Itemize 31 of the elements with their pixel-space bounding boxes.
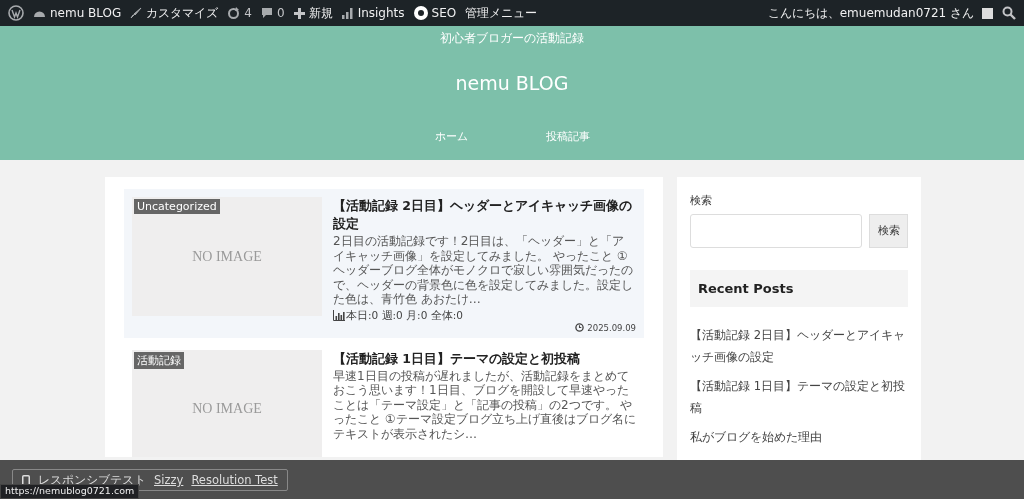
widget-heading: Recent Posts (690, 270, 908, 307)
admin-bar-item[interactable]: 管理メニュー (465, 4, 538, 22)
admin-bar-item[interactable]: 4 (227, 6, 252, 20)
account-menu[interactable]: こんにちは、emuemudan0721 さん (767, 4, 993, 22)
status-url-tooltip: https://nemublog0721.com (0, 484, 140, 499)
search-label: 検索 (690, 193, 713, 208)
site-tagline: 初心者ブロガーの活動記録 (440, 31, 584, 46)
view-stats: 本日:0 週:0 月:0 全体:0 (346, 308, 463, 323)
category-badge[interactable]: 活動記録 (134, 351, 184, 369)
post-card[interactable]: 活動記録 NO IMAGE 【活動記録 1日目】テーマの設定と初投稿 早速1日目の投稿が遅れましたが、活動記録をまとめておこう思います！1日目、ブログを開設して早速やったことは「テーマ設定」と「記事の投稿」の2つです。 やったこと ①テーマ設定ブログ立ち上げ直後はブログ名にテキストが表示されたシ… (124, 343, 644, 457)
admin-bar-item[interactable]: SEO (413, 6, 457, 20)
tool-link[interactable]: Sizzy (154, 473, 184, 487)
recent-post-link[interactable]: 【活動記録 1日目】テーマの設定と初投稿 (690, 375, 908, 419)
admin-bar-item[interactable]: Insights (341, 6, 405, 20)
tool-link[interactable]: Resolution Test (191, 473, 278, 487)
no-image-text: NO IMAGE (192, 401, 262, 417)
recent-post-link[interactable]: 【活動記録 2日目】ヘッダーとアイキャッチ画像の設定 (690, 324, 908, 368)
recent-post-link[interactable]: 私がブログを始めた理由 (690, 426, 908, 448)
post-card[interactable]: Uncategorized NO IMAGE 【活動記録 2日目】ヘッダーとアイキャッチ画像の設定 2日目の活動記録です！2日目は、「ヘッダー」と「アイキャッチ画像」を設定してみました。 やったこと ①ヘッダーブログ全体がモノクロで寂しい雰囲気だったので、ヘッダーの背景色に色を設定してみました。設定した色は、青竹色 あおたけ… 本日:0 週:0 月:0 全体:0 2025.09.09 (124, 189, 644, 338)
post-excerpt: 早速1日目の投稿が遅れましたが、活動記録をまとめておこう思います！1日目、ブログを開設して早速やったことは「テーマ設定」と「記事の投稿」の2つです。 やったこと ①テーマ設定ブログ立ち上げ直後はブログ名にテキストが表示されたシ… (333, 368, 636, 441)
admin-bar-item[interactable]: 0 (261, 6, 285, 20)
admin-bar-item[interactable]: nemu BLOG (33, 6, 122, 20)
post-date: 2025.09.09 (587, 322, 636, 333)
search-button[interactable]: 検索 (869, 214, 908, 248)
admin-bar-item[interactable]: 新規 (293, 4, 333, 22)
admin-bar-item[interactable]: カスタマイズ (130, 4, 219, 22)
post-excerpt: 2日目の活動記録です！2日目は、「ヘッダー」と「アイキャッチ画像」を設定してみました。 やったこと ①ヘッダーブログ全体がモノクロで寂しい雰囲気だったので、ヘッダーの背景色に色を設定してみました。設定した色は、青竹色 あおたけ… (333, 234, 634, 307)
post-title[interactable]: 【活動記録 2日目】ヘッダーとアイキャッチ画像の設定 (333, 197, 636, 233)
category-badge[interactable]: Uncategorized (134, 199, 220, 214)
no-image-text: NO IMAGE (192, 248, 262, 265)
post-title[interactable]: 【活動記録 1日目】テーマの設定と初投稿 (333, 349, 636, 368)
